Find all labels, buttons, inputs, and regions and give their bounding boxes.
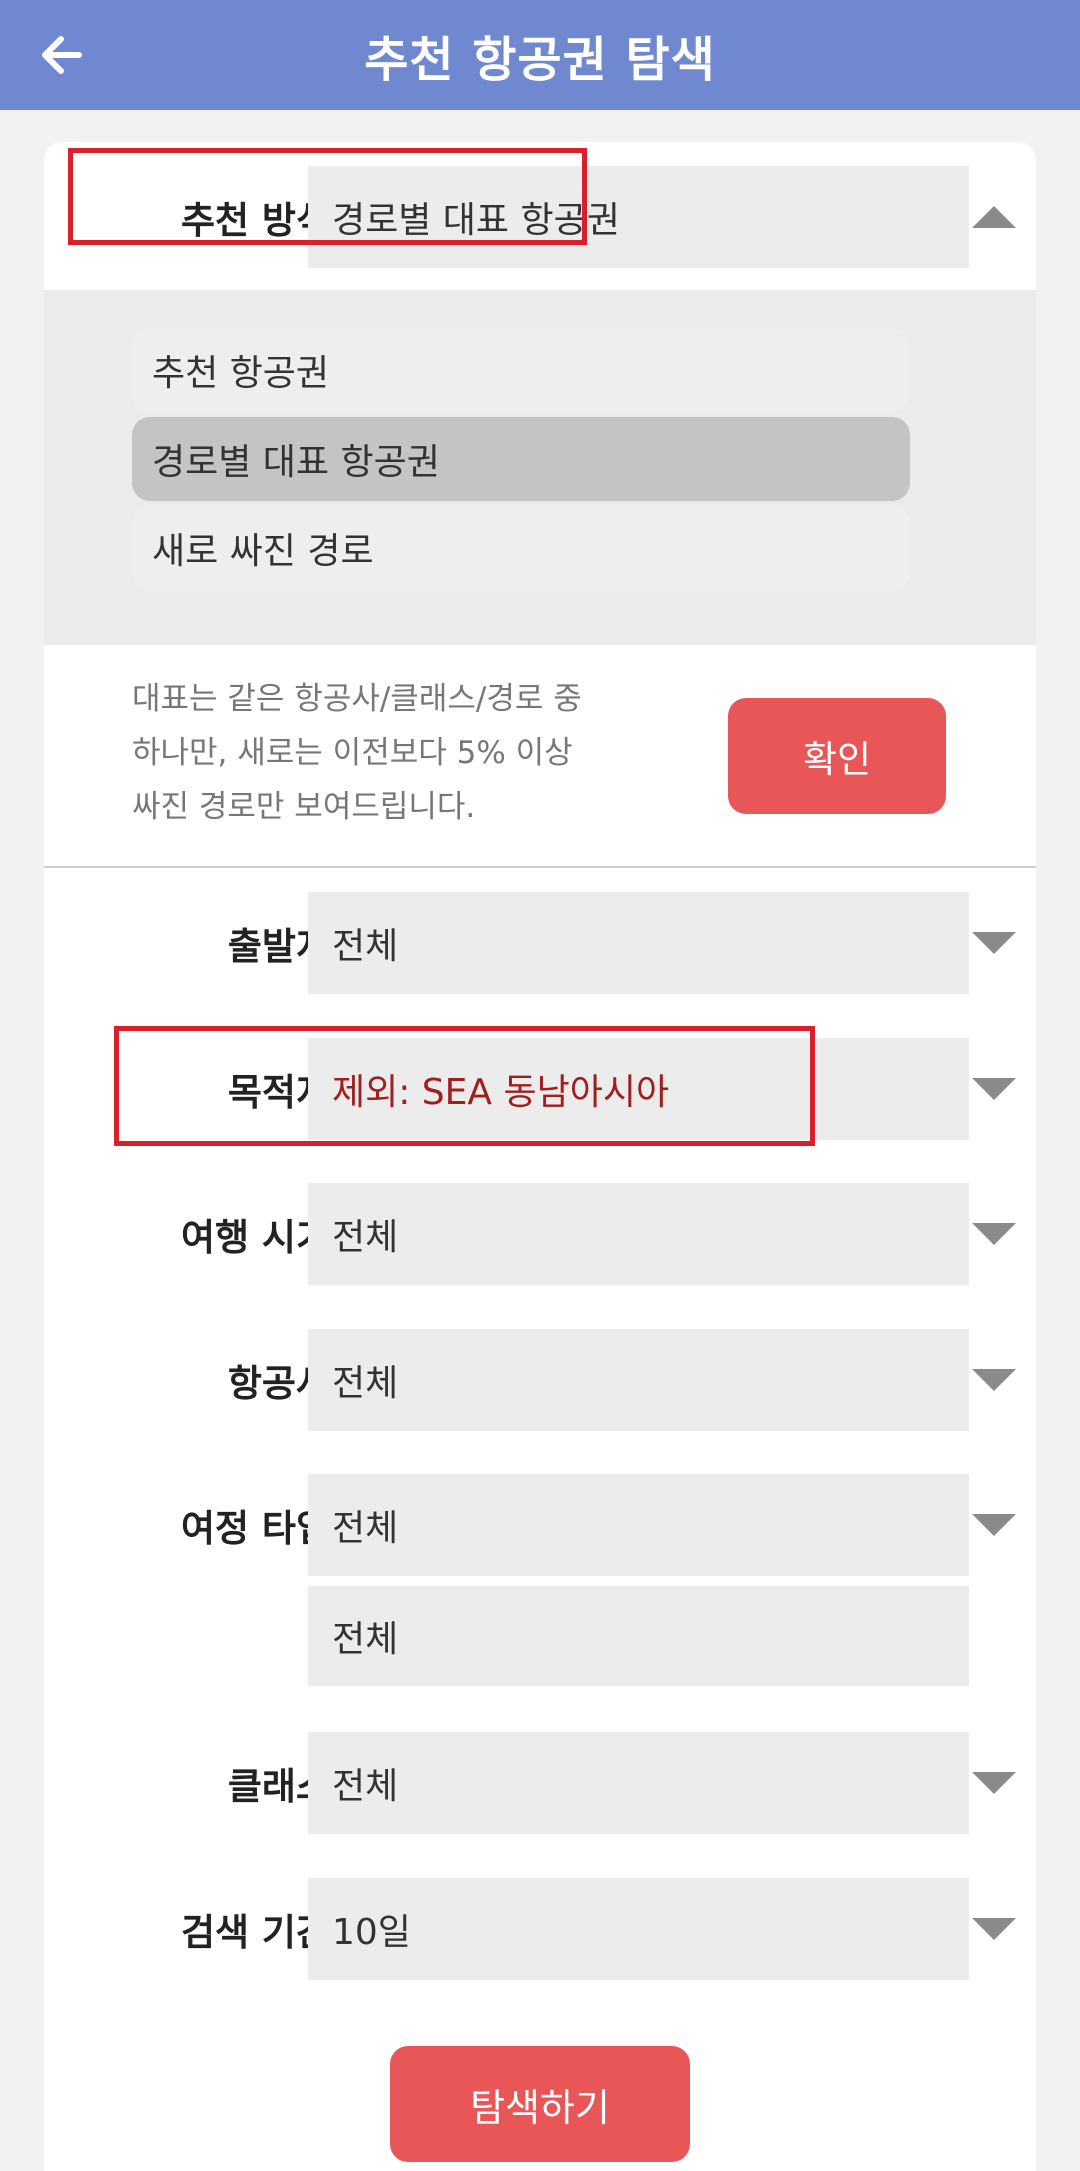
option-route-representative[interactable]: 경로별 대표 항공권 — [132, 417, 910, 501]
recommend-method-select[interactable]: 경로별 대표 항공권 — [308, 166, 969, 268]
search-period-row: 검색 기간 10일 — [44, 1878, 1036, 1980]
travel-period-row: 여행 시기 전체 — [44, 1183, 1036, 1285]
app-header: 추천 항공권 탐색 — [0, 0, 1080, 110]
search-button[interactable]: 탐색하기 — [390, 2046, 690, 2162]
trip-type-dropdown-button[interactable] — [944, 1474, 1036, 1576]
confirm-button[interactable]: 확인 — [728, 698, 946, 814]
search-period-dropdown-button[interactable] — [944, 1878, 1036, 1980]
arrow-left-icon — [42, 36, 82, 74]
description-line: 싸진 경로만 보여드립니다. — [132, 789, 476, 825]
caret-up-icon — [972, 206, 1016, 228]
search-form-card: 추천 방식 경로별 대표 항공권 추천 항공권 경로별 대표 항공권 새로 싸진… — [44, 142, 1036, 2171]
caret-down-icon — [972, 1918, 1016, 1940]
trip-type-select[interactable]: 전체 — [308, 1474, 969, 1576]
airline-row: 항공사 전체 — [44, 1329, 1036, 1431]
back-button[interactable] — [36, 30, 86, 80]
destination-dropdown-button[interactable] — [944, 1038, 1036, 1140]
travel-period-select[interactable]: 전체 — [308, 1183, 969, 1285]
caret-down-icon — [972, 1078, 1016, 1100]
option-newly-cheaper-routes[interactable]: 새로 싸진 경로 — [132, 506, 910, 590]
caret-down-icon — [972, 932, 1016, 954]
origin-select[interactable]: 전체 — [308, 892, 969, 994]
caret-down-icon — [972, 1369, 1016, 1391]
trip-type-row: 여정 타입 전체 — [44, 1474, 1036, 1576]
option-recommended-flights[interactable]: 추천 항공권 — [132, 328, 910, 412]
class-dropdown-button[interactable] — [944, 1732, 1036, 1834]
caret-down-icon — [972, 1223, 1016, 1245]
description-line: 대표는 같은 항공사/클래스/경로 중 — [132, 681, 582, 717]
caret-down-icon — [972, 1772, 1016, 1794]
section-divider — [44, 866, 1036, 868]
travel-period-dropdown-button[interactable] — [944, 1183, 1036, 1285]
airline-select[interactable]: 전체 — [308, 1329, 969, 1431]
caret-down-icon — [972, 1514, 1016, 1536]
destination-select[interactable]: 제외: SEA 동남아시아 — [308, 1038, 969, 1140]
collapse-dropdown-button[interactable] — [944, 166, 1036, 268]
search-period-select[interactable]: 10일 — [308, 1878, 969, 1980]
recommend-description: 대표는 같은 항공사/클래스/경로 중 하나만, 새로는 이전보다 5% 이상 … — [132, 672, 672, 834]
airline-dropdown-button[interactable] — [944, 1329, 1036, 1431]
trip-type-second-select[interactable]: 전체 — [308, 1586, 969, 1686]
page-title: 추천 항공권 탐색 — [364, 32, 716, 88]
recommend-method-row: 추천 방식 경로별 대표 항공권 — [44, 166, 1036, 268]
recommend-method-dropdown: 추천 항공권 경로별 대표 항공권 새로 싸진 경로 — [44, 290, 1036, 645]
description-line: 하나만, 새로는 이전보다 5% 이상 — [132, 735, 573, 771]
origin-row: 출발지 전체 — [44, 892, 1036, 994]
class-select[interactable]: 전체 — [308, 1732, 969, 1834]
destination-row: 목적지 제외: SEA 동남아시아 — [44, 1038, 1036, 1140]
origin-dropdown-button[interactable] — [944, 892, 1036, 994]
class-row: 클래스 전체 — [44, 1732, 1036, 1834]
trip-type-second-row: 전체 — [44, 1586, 1036, 1686]
